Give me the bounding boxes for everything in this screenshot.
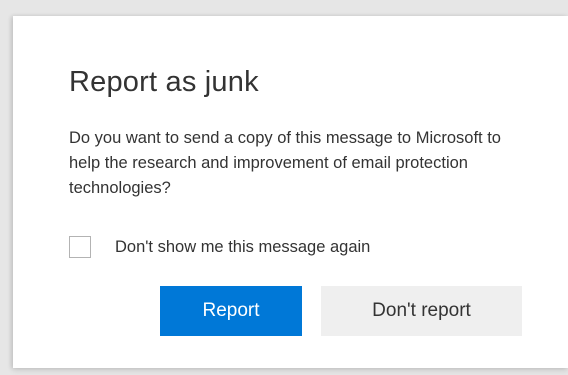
dialog-message: Do you want to send a copy of this messa… (69, 129, 501, 197)
dont-show-again-checkbox[interactable] (69, 236, 91, 258)
report-button[interactable]: Report (160, 286, 302, 336)
dont-show-again-row[interactable]: Don't show me this message again (69, 236, 370, 258)
report-junk-dialog: Report as junk Do you want to send a cop… (13, 16, 568, 368)
dialog-title: Report as junk (69, 66, 259, 98)
dont-show-again-label: Don't show me this message again (115, 237, 371, 256)
dont-report-button[interactable]: Don't report (321, 286, 522, 336)
